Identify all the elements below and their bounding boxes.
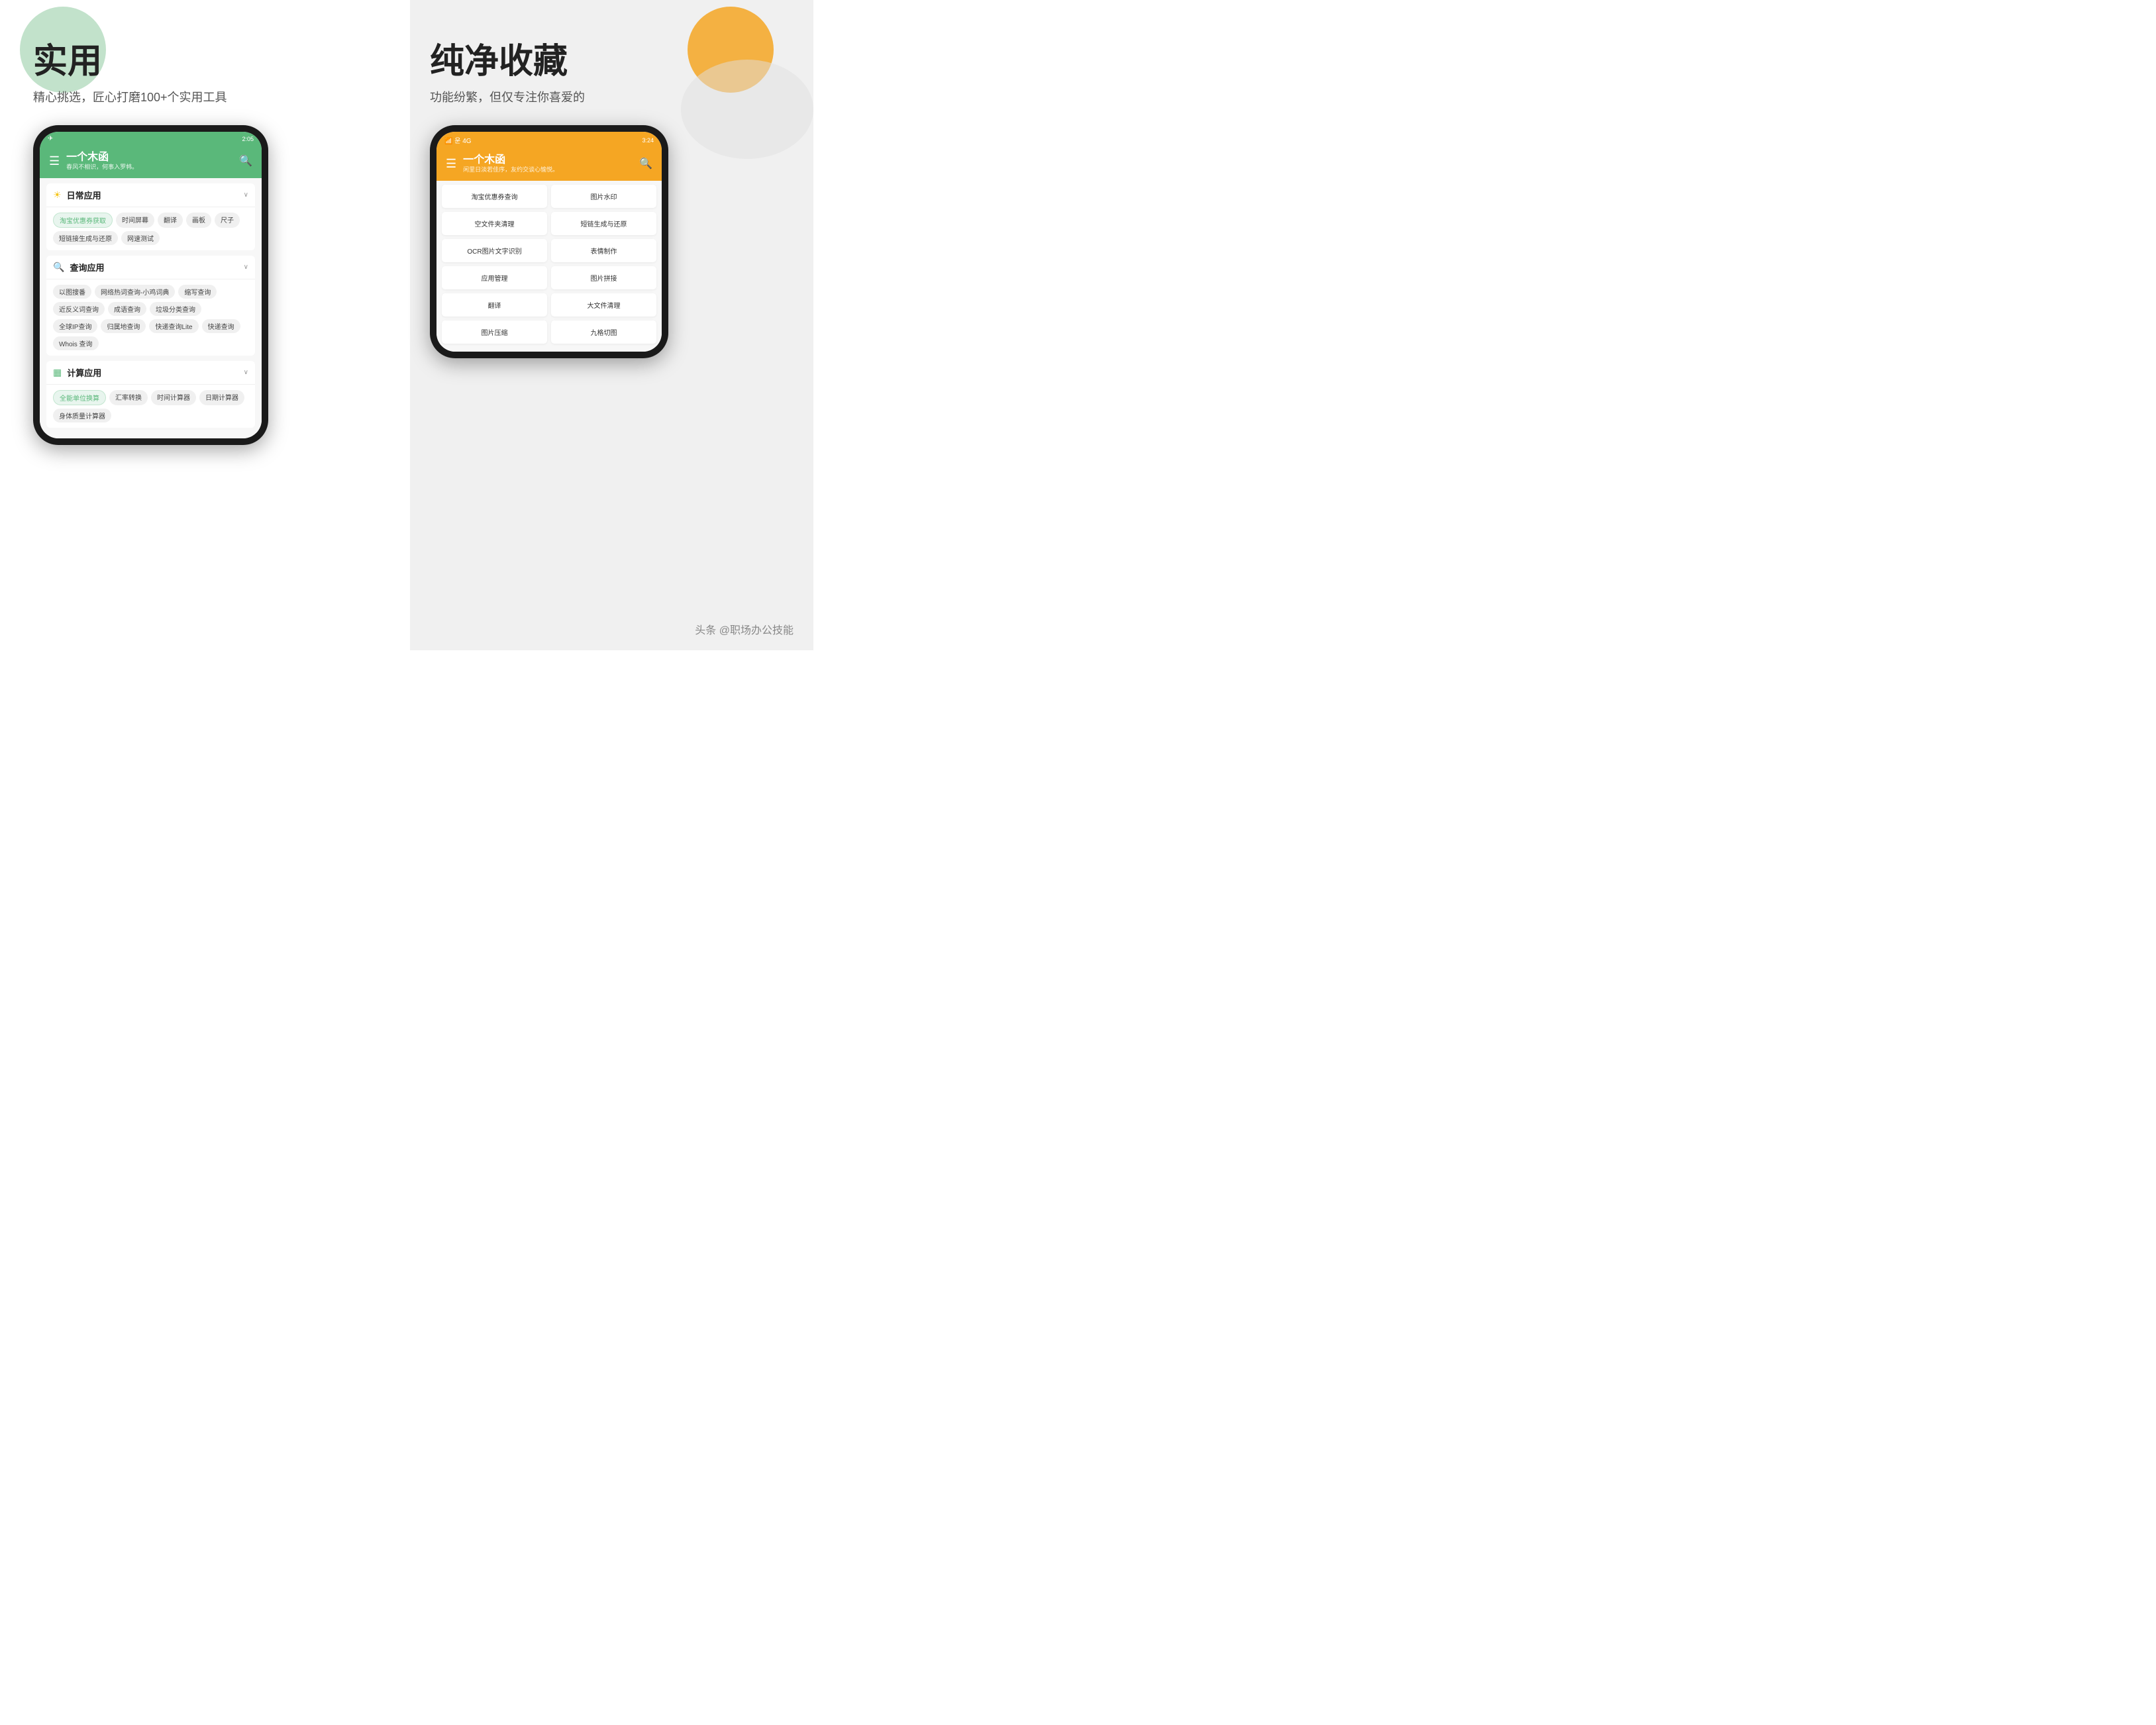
left-content-area: ☀ 日常应用 ∨ 淘宝优惠券获取 时间屏幕 翻译 画板 尺子 短链接生成与还原 …: [40, 178, 262, 438]
right-subtitle: 功能纷繁，但仅专注你喜爱的: [430, 88, 585, 105]
right-bg-ellipse: [681, 60, 813, 159]
tools-row-4: 翻译 大文件清理: [442, 293, 656, 317]
right-panel: 纯净收藏 功能纷繁，但仅专注你喜爱的 📶 운 4G 3:24 ☰ 一个木函 闲里…: [410, 0, 813, 650]
calc-icon: ▦: [53, 367, 62, 378]
right-phone-inner: 📶 운 4G 3:24 ☰ 一个木函 闲里日淡若佳序，友约交谈心愉悦。 🔍 淘宝…: [436, 132, 662, 352]
tag-synonym[interactable]: 近反义词查询: [53, 302, 105, 316]
tag-taobao[interactable]: 淘宝优惠券获取: [53, 213, 113, 228]
right-title: 纯净收藏: [430, 33, 568, 83]
right-app-header: ☰ 一个木函 闲里日淡若佳序，友约交谈心愉悦。 🔍: [436, 148, 662, 181]
right-search-icon[interactable]: 🔍: [639, 157, 652, 170]
category-calc: ▦ 计算应用 ∨ 全能单位换算 汇率转换 时间计算器 日期计算器 身体质量计算器: [46, 361, 255, 428]
right-app-slogan: 闲里日淡若佳序，友约交谈心愉悦。: [463, 166, 633, 174]
left-panel: 实用 精心挑选，匠心打磨100+个实用工具 ✈ 2:05 ☰ 一个木函 春风不相…: [0, 0, 410, 650]
category-calc-header[interactable]: ▦ 计算应用 ∨: [46, 361, 255, 385]
tools-row-5: 图片压缩 九格切图: [442, 320, 656, 344]
left-app-title: 一个木函: [66, 151, 232, 164]
search-arrow: ∨: [244, 264, 248, 271]
left-app-slogan: 春风不相识，何事入罗帏。: [66, 164, 232, 172]
left-app-header: ☰ 一个木函 春风不相识，何事入罗帏。 🔍: [40, 146, 262, 178]
tool-compress[interactable]: 图片压缩: [442, 320, 547, 344]
search-tags: 以图搜番 网络热词查询-小鸡词典 缩写查询 近反义词查询 成语查询 垃圾分类查询…: [46, 279, 255, 356]
page-container: 实用 精心挑选，匠心打磨100+个实用工具 ✈ 2:05 ☰ 一个木函 春风不相…: [0, 0, 813, 650]
tag-ruler[interactable]: 尺子: [215, 213, 240, 228]
left-status-icon: ✈: [48, 135, 53, 142]
left-title: 实用: [33, 33, 102, 83]
tag-location[interactable]: 归属地查询: [101, 319, 146, 333]
search-title: 查询应用: [70, 261, 238, 273]
calc-tags: 全能单位换算 汇率转换 时间计算器 日期计算器 身体质量计算器: [46, 385, 255, 428]
daily-title: 日常应用: [67, 189, 238, 201]
tool-large-file[interactable]: 大文件清理: [551, 293, 656, 317]
right-status-time: 3:24: [642, 137, 654, 144]
tag-exchange[interactable]: 汇率转换: [109, 390, 148, 405]
left-menu-icon[interactable]: ☰: [49, 154, 60, 168]
tools-row-0: 淘宝优惠券查询 图片水印: [442, 185, 656, 208]
tag-time-calc[interactable]: 时间计算器: [151, 390, 196, 405]
tag-translate[interactable]: 翻译: [158, 213, 183, 228]
tool-watermark[interactable]: 图片水印: [551, 185, 656, 208]
tag-idiom[interactable]: 成语查询: [108, 302, 146, 316]
left-search-icon[interactable]: 🔍: [239, 154, 252, 168]
search-cat-icon: 🔍: [53, 262, 64, 273]
category-search: 🔍 查询应用 ∨ 以图搜番 网络热词查询-小鸡词典 缩写查询 近反义词查询 成语…: [46, 256, 255, 356]
tool-translate2[interactable]: 翻译: [442, 293, 547, 317]
tag-canvas[interactable]: 画板: [186, 213, 211, 228]
tag-abbrev[interactable]: 缩写查询: [178, 285, 217, 299]
tag-bmi[interactable]: 身体质量计算器: [53, 409, 111, 422]
tool-folder-clean[interactable]: 空文件夹清理: [442, 212, 547, 235]
tools-row-2: OCR图片文字识别 表情制作: [442, 239, 656, 262]
tag-whois[interactable]: Whois 查询: [53, 336, 99, 350]
category-daily-header[interactable]: ☀ 日常应用 ∨: [46, 183, 255, 207]
right-app-title: 一个木函: [463, 154, 633, 166]
tag-express[interactable]: 快递查询: [202, 319, 240, 333]
right-status-bar: 📶 운 4G 3:24: [436, 132, 662, 148]
tag-img-search[interactable]: 以图搜番: [53, 285, 91, 299]
daily-tags: 淘宝优惠券获取 时间屏幕 翻译 画板 尺子 短链接生成与还原 网速测试: [46, 207, 255, 250]
right-title-area: 一个木函 闲里日淡若佳序，友约交谈心愉悦。: [463, 154, 633, 174]
right-menu-icon[interactable]: ☰: [446, 157, 456, 171]
left-subtitle: 精心挑选，匠心打磨100+个实用工具: [33, 88, 227, 105]
tag-hot-word[interactable]: 网络热词查询-小鸡词典: [95, 285, 175, 299]
tool-photo-merge[interactable]: 图片拼接: [551, 266, 656, 289]
left-phone-inner: ✈ 2:05 ☰ 一个木函 春风不相识，何事入罗帏。 🔍: [40, 132, 262, 438]
tag-ip[interactable]: 全球IP查询: [53, 319, 97, 333]
tag-express-lite[interactable]: 快递查询Lite: [149, 319, 198, 333]
tool-emoji[interactable]: 表情制作: [551, 239, 656, 262]
tag-date-calc[interactable]: 日期计算器: [199, 390, 244, 405]
tools-row-3: 应用管理 图片拼接: [442, 266, 656, 289]
daily-icon: ☀: [53, 189, 62, 201]
tag-unit[interactable]: 全能单位换算: [53, 390, 106, 405]
tool-taobao[interactable]: 淘宝优惠券查询: [442, 185, 547, 208]
calc-arrow: ∨: [244, 369, 248, 376]
tool-nine-grid[interactable]: 九格切图: [551, 320, 656, 344]
tool-app-mgr[interactable]: 应用管理: [442, 266, 547, 289]
right-status-signal: 📶 운 4G: [444, 135, 472, 145]
tool-shortlink2[interactable]: 短链生成与还原: [551, 212, 656, 235]
left-title-area: 一个木函 春风不相识，何事入罗帏。: [66, 151, 232, 172]
calc-title: 计算应用: [67, 366, 238, 379]
right-tools-list: 淘宝优惠券查询 图片水印 空文件夹清理 短链生成与还原 OCR图片文字识别 表情…: [436, 181, 662, 352]
left-status-time: 2:05: [242, 136, 254, 142]
right-phone-frame: 📶 운 4G 3:24 ☰ 一个木函 闲里日淡若佳序，友约交谈心愉悦。 🔍 淘宝…: [430, 125, 668, 358]
tag-garbage[interactable]: 垃圾分类查询: [150, 302, 201, 316]
category-daily: ☀ 日常应用 ∨ 淘宝优惠券获取 时间屏幕 翻译 画板 尺子 短链接生成与还原 …: [46, 183, 255, 250]
tag-time-screen[interactable]: 时间屏幕: [116, 213, 154, 228]
tools-row-1: 空文件夹清理 短链生成与还原: [442, 212, 656, 235]
category-search-header[interactable]: 🔍 查询应用 ∨: [46, 256, 255, 279]
daily-arrow: ∨: [244, 191, 248, 199]
tag-netspeed[interactable]: 网速测试: [121, 231, 160, 245]
tool-ocr[interactable]: OCR图片文字识别: [442, 239, 547, 262]
left-phone-frame: ✈ 2:05 ☰ 一个木函 春风不相识，何事入罗帏。 🔍: [33, 125, 268, 445]
left-status-bar: ✈ 2:05: [40, 132, 262, 146]
watermark: 头条 @职场办公技能: [695, 621, 794, 637]
tag-shortlink[interactable]: 短链接生成与还原: [53, 231, 118, 245]
